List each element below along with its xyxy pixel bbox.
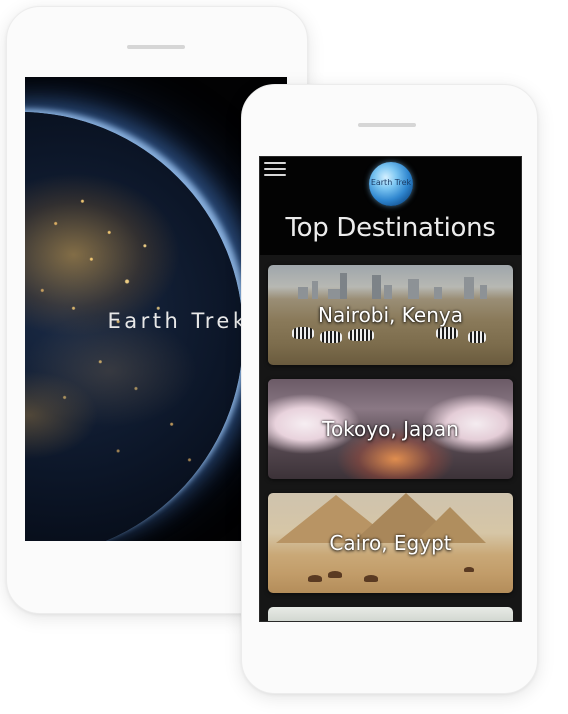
- hamburger-menu-icon[interactable]: [264, 162, 286, 178]
- destination-label: Nairobi, Kenya: [318, 303, 463, 327]
- zebra-image: [436, 327, 458, 339]
- page-title: Top Destinations: [285, 213, 496, 243]
- zebra-image: [292, 327, 314, 339]
- destination-card-tokyo[interactable]: Tokoyo, Japan: [268, 379, 513, 479]
- destination-list: Nairobi, Kenya Tokoyo, Japan Cairo, Egyp…: [268, 265, 513, 607]
- city-skyline-image: [268, 273, 513, 299]
- phone-front-device: Earth Trek Top Destinations Nairobi, Ken…: [241, 84, 538, 694]
- camel-image: [308, 575, 322, 582]
- destination-card-nairobi[interactable]: Nairobi, Kenya: [268, 265, 513, 365]
- destinations-screen: Earth Trek Top Destinations Nairobi, Ken…: [259, 156, 522, 622]
- zebra-image: [348, 329, 374, 341]
- speaker-slot: [358, 123, 416, 127]
- zebra-image: [468, 331, 486, 343]
- globe-logo-icon: Earth Trek: [369, 162, 413, 206]
- app-header: Earth Trek Top Destinations: [260, 157, 521, 255]
- zebra-image: [320, 331, 342, 343]
- speaker-slot: [127, 45, 185, 49]
- destination-label: Cairo, Egypt: [329, 531, 452, 555]
- destination-label: Tokoyo, Japan: [322, 417, 459, 441]
- destination-card-cairo[interactable]: Cairo, Egypt: [268, 493, 513, 593]
- camel-image: [364, 575, 378, 582]
- destination-card-partial[interactable]: [268, 607, 513, 621]
- camel-image: [464, 567, 474, 572]
- camel-image: [328, 571, 342, 578]
- logo-text: Earth Trek: [370, 178, 412, 187]
